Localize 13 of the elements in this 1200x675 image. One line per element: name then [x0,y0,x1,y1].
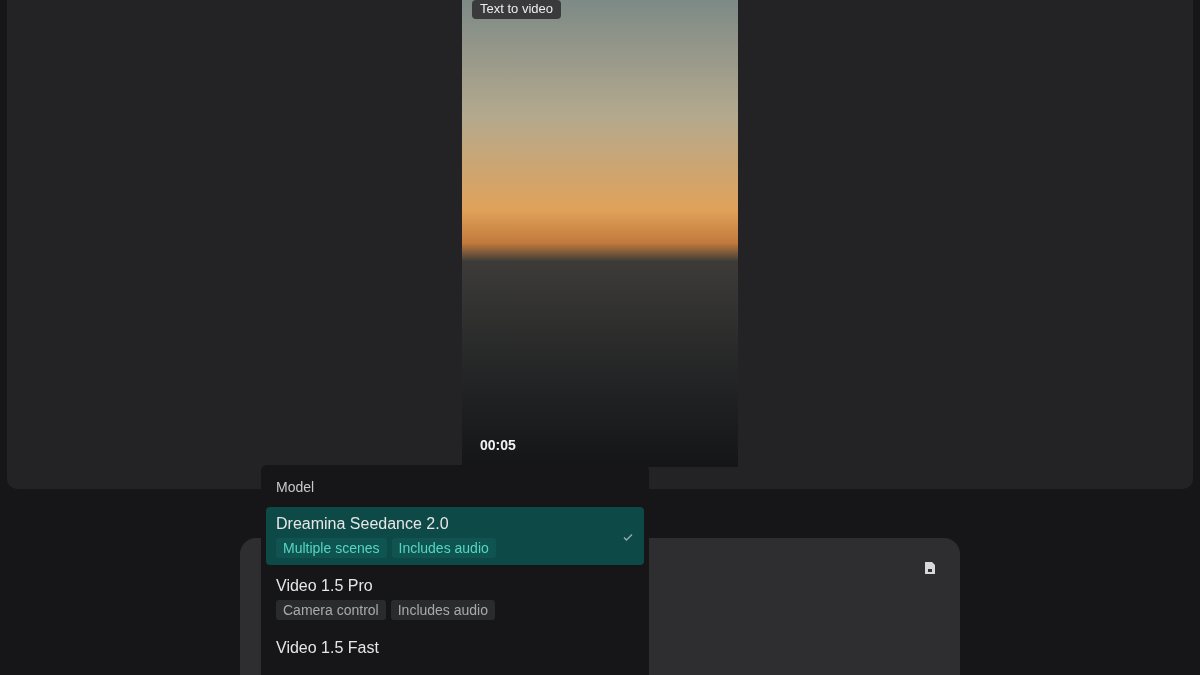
model-name: Video 1.5 Fast [276,639,379,657]
menu-title: Model [275,478,316,497]
model-option[interactable]: Video 1.5 Pro Camera control Includes audio [266,569,644,627]
model-name: Dreamina Seedance 2.0 [276,515,450,533]
feature-tag: Includes audio [390,600,495,620]
mode-label: Text to video [472,0,561,19]
feature-tag: Includes audio [391,538,496,558]
model-option[interactable]: Dreamina Seedance 2.0 Multiple scenes Includes audio [266,507,644,565]
model-name: Video 1.5 Pro [276,577,374,595]
model-option[interactable]: Video 1.5 Fast [266,631,644,664]
feature-tag: Multiple scenes [276,538,387,558]
feature-tag: Camera control [276,600,386,620]
video-duration: 00:05 [480,437,516,453]
